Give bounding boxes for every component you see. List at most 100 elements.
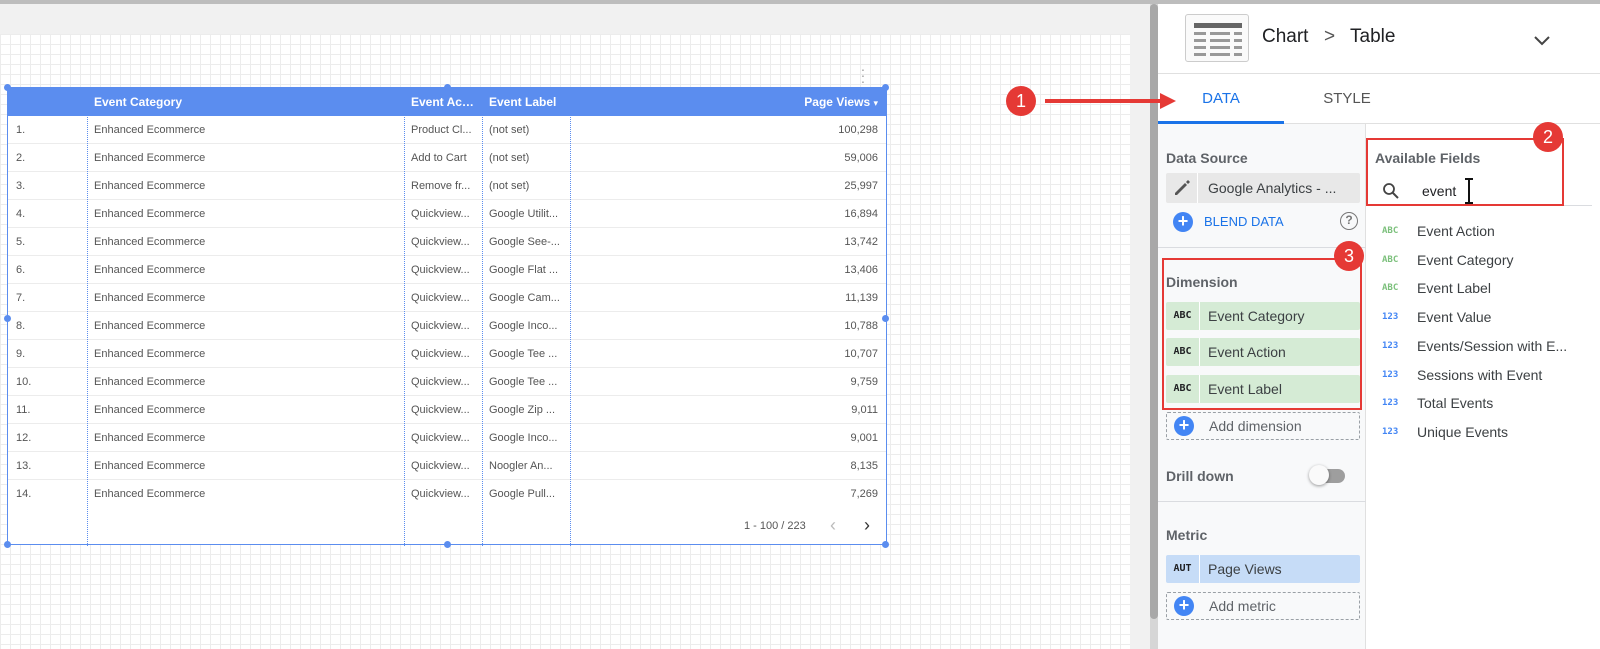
cell-event-label: Google Flat ... — [489, 264, 559, 276]
table-row[interactable]: 11. Enhanced Ecommerce Quickview... Google … — [8, 396, 886, 424]
next-page-icon[interactable]: › — [864, 515, 870, 536]
table-row[interactable]: 9. Enhanced Ecommerce Quickview... Google T… — [8, 340, 886, 368]
cell-page-views: 8,135 — [850, 460, 878, 472]
table-row[interactable]: 8. Enhanced Ecommerce Quickview... Google I… — [8, 312, 886, 340]
column-divider — [482, 88, 483, 546]
cell-event-category: Enhanced Ecommerce — [94, 376, 206, 388]
tab-style[interactable]: STYLE — [1284, 74, 1410, 124]
header-page-views[interactable]: Page Views ▾ — [578, 88, 878, 116]
header-event-label[interactable]: Event Label — [489, 88, 567, 116]
blend-data-button[interactable]: BLEND DATA — [1204, 214, 1284, 229]
resize-handle[interactable] — [882, 315, 889, 322]
table-row[interactable]: 12. Enhanced Ecommerce Quickview... Google … — [8, 424, 886, 452]
row-index: 3. — [16, 180, 26, 192]
resize-handle[interactable] — [4, 541, 11, 548]
metric-chip-page-views[interactable]: AUT Page Views — [1166, 555, 1360, 583]
add-metric-button[interactable]: + Add metric — [1166, 592, 1360, 620]
table-row[interactable]: 7. Enhanced Ecommerce Quickview... Google C… — [8, 284, 886, 312]
data-source-selector[interactable]: Google Analytics - ... — [1166, 173, 1360, 203]
cell-event-action: Add to Cart — [411, 152, 467, 164]
cell-page-views: 100,298 — [838, 124, 878, 136]
cell-event-label: (not set) — [489, 124, 530, 136]
add-metric-label: Add metric — [1209, 598, 1276, 614]
breadcrumb-chart-type: Table — [1350, 26, 1396, 47]
available-field-item[interactable]: ABC Event Label — [1366, 274, 1600, 302]
row-index: 2. — [16, 152, 26, 164]
section-divider — [1158, 247, 1366, 248]
table-body: 1. Enhanced Ecommerce Product Cl... (not se… — [8, 116, 886, 506]
table-row[interactable]: 4. Enhanced Ecommerce Quickview... Google U… — [8, 200, 886, 228]
edit-pencil-icon-graphic — [1175, 180, 1190, 195]
cell-event-label: (not set) — [489, 180, 530, 192]
highlight-dimensions — [1162, 258, 1362, 410]
table-chart[interactable]: Event Category Event Action Event Label … — [7, 87, 887, 546]
cell-page-views: 10,707 — [844, 348, 878, 360]
cell-page-views: 10,788 — [844, 320, 878, 332]
cell-page-views: 59,006 — [844, 152, 878, 164]
available-field-item[interactable]: ABC Event Category — [1366, 246, 1600, 274]
more-options-icon[interactable]: · · · — [858, 62, 868, 88]
available-field-item[interactable]: ABC Event Action — [1366, 217, 1600, 245]
edit-pencil-icon[interactable] — [1166, 173, 1198, 203]
cell-event-category: Enhanced Ecommerce — [94, 152, 206, 164]
tab-data[interactable]: DATA — [1158, 74, 1284, 124]
table-row[interactable]: 2. Enhanced Ecommerce Add to Cart (not set)… — [8, 144, 886, 172]
cell-page-views: 16,894 — [844, 208, 878, 220]
resize-handle[interactable] — [4, 84, 11, 91]
number-type-icon: 123 — [1382, 398, 1399, 409]
chevron-down-icon[interactable] — [1530, 28, 1554, 52]
scrollbar-thumb[interactable] — [1150, 4, 1158, 619]
table-row[interactable]: 6. Enhanced Ecommerce Quickview... Google F… — [8, 256, 886, 284]
available-field-label: Event Category — [1417, 251, 1514, 268]
header-event-action[interactable]: Event Action — [411, 88, 477, 116]
table-row[interactable]: 3. Enhanced Ecommerce Remove fr... (not set… — [8, 172, 886, 200]
cell-page-views: 13,742 — [844, 236, 878, 248]
cell-event-category: Enhanced Ecommerce — [94, 208, 206, 220]
cell-page-views: 9,011 — [851, 404, 878, 416]
available-field-item[interactable]: 123 Total Events — [1366, 389, 1600, 417]
drill-down-toggle-knob[interactable] — [1309, 465, 1329, 485]
cell-event-action: Remove fr... — [411, 180, 471, 192]
cell-event-label: Google Inco... — [489, 320, 558, 332]
cell-page-views: 9,759 — [850, 376, 878, 388]
cell-event-category: Enhanced Ecommerce — [94, 460, 206, 472]
table-row[interactable]: 1. Enhanced Ecommerce Product Cl... (not se… — [8, 116, 886, 144]
cell-event-category: Enhanced Ecommerce — [94, 264, 206, 276]
resize-handle[interactable] — [882, 84, 889, 91]
cell-event-category: Enhanced Ecommerce — [94, 292, 206, 304]
available-field-item[interactable]: 123 Events/Session with E... — [1366, 332, 1600, 360]
metric-chip-label: Page Views — [1208, 561, 1282, 577]
add-dimension-button[interactable]: + Add dimension — [1166, 412, 1360, 440]
cell-event-label: Google Cam... — [489, 292, 560, 304]
available-field-item[interactable]: 123 Unique Events — [1366, 418, 1600, 446]
available-field-label: Event Label — [1417, 280, 1491, 297]
row-index: 10. — [16, 376, 32, 388]
resize-handle[interactable] — [444, 84, 451, 91]
available-field-item[interactable]: 123 Event Value — [1366, 303, 1600, 331]
breadcrumb-separator-icon: > — [1324, 26, 1336, 47]
cell-page-views: 7,269 — [850, 488, 878, 500]
resize-handle[interactable] — [882, 541, 889, 548]
cell-event-label: Google Utilit... — [489, 208, 559, 220]
resize-handle[interactable] — [4, 315, 11, 322]
help-icon[interactable]: ? — [1340, 212, 1358, 230]
prev-page-icon[interactable]: ‹ — [830, 515, 836, 536]
blend-plus-icon[interactable]: + — [1173, 212, 1193, 232]
table-row[interactable]: 13. Enhanced Ecommerce Quickview... Noogler… — [8, 452, 886, 480]
drill-down-label: Drill down — [1166, 468, 1234, 484]
header-event-category[interactable]: Event Category — [94, 88, 394, 116]
number-type-icon: 123 — [1382, 369, 1399, 380]
row-index: 9. — [16, 348, 26, 360]
available-field-label: Event Value — [1417, 309, 1492, 326]
cell-event-label: (not set) — [489, 152, 530, 164]
table-row[interactable]: 14. Enhanced Ecommerce Quickview... Google … — [8, 480, 886, 506]
text-type-icon: ABC — [1382, 226, 1399, 236]
available-field-label: Total Events — [1417, 395, 1494, 412]
table-row[interactable]: 10. Enhanced Ecommerce Quickview... Google … — [8, 368, 886, 396]
resize-handle[interactable] — [444, 541, 451, 548]
header-index — [16, 88, 86, 116]
table-chart-icon[interactable] — [1185, 14, 1249, 62]
table-row[interactable]: 5. Enhanced Ecommerce Quickview... Google S… — [8, 228, 886, 256]
available-field-item[interactable]: 123 Sessions with Event — [1366, 361, 1600, 389]
column-divider — [570, 88, 571, 546]
